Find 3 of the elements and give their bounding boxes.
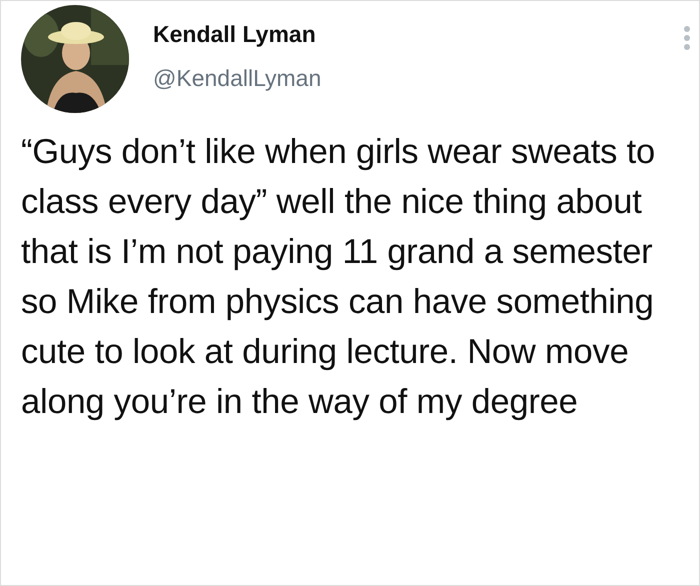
tweet-text: “Guys don’t like when girls wear sweats to class every day” well the nice thing about that is I’m not paying 11 grand a semester so Mike from physics can have something cute to look at during lecture. Now move along you’re in the way of my degree (21, 132, 656, 423)
author-name[interactable]: Kendall Lyman (153, 21, 322, 49)
author-handle[interactable]: @KendallLyman (153, 64, 322, 92)
